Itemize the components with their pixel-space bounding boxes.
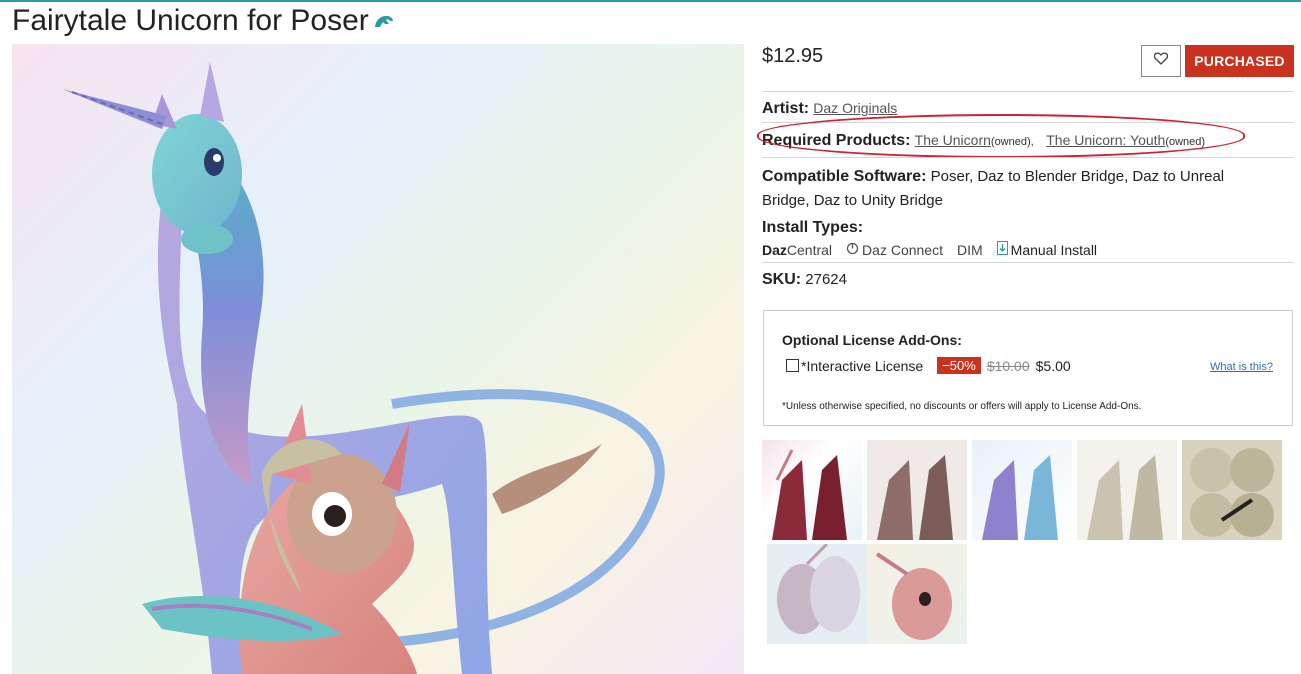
license-addons-box: Optional License Add-Ons: *Interactive L… [763, 310, 1293, 426]
dazcentral-bold: Daz [762, 241, 787, 258]
download-icon [996, 241, 1008, 258]
daz-connect-label: Daz Connect [862, 241, 943, 258]
new-price: $5.00 [1035, 357, 1071, 374]
thumbnail-7[interactable] [867, 544, 967, 644]
heart-icon [1153, 52, 1169, 70]
manual-install-label: Manual Install [1010, 241, 1098, 258]
discount-badge: −50% [937, 357, 981, 374]
compatible-software-row: Compatible Software: Poser, Daz to Blend… [762, 157, 1294, 224]
interactive-license-checkbox[interactable] [786, 359, 799, 372]
compatible-software-label: Compatible Software: [762, 168, 927, 185]
owned-badge: (owned) [990, 136, 1031, 148]
interactive-license-label: *Interactive License [801, 357, 924, 374]
dim-install[interactable]: DIM [957, 242, 983, 258]
separator: , [1030, 136, 1034, 148]
license-note: *Unless otherwise specified, no discount… [782, 401, 1142, 412]
sku-label: SKU: [762, 271, 802, 288]
license-title: Optional License Add-Ons: [782, 332, 962, 348]
old-price: $10.00 [986, 357, 1030, 374]
required-product-link[interactable]: The Unicorn: Youth [1046, 132, 1165, 148]
thumbnail-6[interactable] [767, 544, 867, 644]
daz-connect-icon [846, 242, 859, 258]
product-title: Fairytale Unicorn for Poser [12, 4, 369, 37]
sku-value: 27624 [805, 271, 847, 288]
manual-install[interactable]: Manual Install [996, 241, 1098, 258]
artist-link[interactable]: Daz Originals [813, 100, 897, 116]
poser-horse-icon [373, 5, 395, 39]
required-products-label: Required Products: [762, 132, 911, 149]
required-product-link[interactable]: The Unicorn [915, 132, 991, 148]
thumbnail-3[interactable] [972, 440, 1072, 540]
thumbnail-5[interactable] [1182, 440, 1282, 540]
thumbnail-1[interactable] [762, 440, 862, 540]
dazcentral-install[interactable]: Daz Central [762, 242, 832, 258]
compatible-software-value-1: Poser, Daz to Blender Bridge, Daz to Unr… [930, 168, 1225, 185]
product-hero-image [12, 44, 744, 674]
artist-row: Artist: Daz Originals [762, 91, 1294, 122]
required-products-row: Required Products: The Unicorn(owned), T… [762, 122, 1294, 157]
purchased-button[interactable]: PURCHASED [1185, 45, 1294, 77]
top-accent-line [0, 0, 1301, 2]
dim-label: DIM [956, 241, 983, 258]
unicorn-illustration [62, 62, 665, 674]
install-types-row: Install Types: Daz Central Daz Connect DI… [762, 215, 1294, 263]
sku-row: SKU: 27624 [762, 262, 1294, 297]
product-price: $12.95 [762, 45, 824, 67]
what-is-this-link[interactable]: What is this? [1210, 361, 1273, 373]
thumbnail-gallery [762, 440, 1294, 650]
artist-label: Artist: [762, 100, 810, 117]
interactive-license-option: *Interactive License −50% $10.00 $5.00 [786, 357, 1071, 374]
wishlist-button[interactable] [1141, 45, 1181, 77]
page-title: Fairytale Unicorn for Poser [12, 4, 395, 39]
dazcentral-rest: Central [786, 241, 833, 258]
compatible-software-value-2: Bridge, Daz to Unity Bridge [762, 192, 943, 209]
owned-badge: (owned) [1165, 136, 1206, 148]
thumbnail-4[interactable] [1077, 440, 1177, 540]
thumbnail-2[interactable] [867, 440, 967, 540]
install-types-label: Install Types: [762, 219, 864, 236]
daz-connect-install[interactable]: Daz Connect [846, 242, 943, 258]
